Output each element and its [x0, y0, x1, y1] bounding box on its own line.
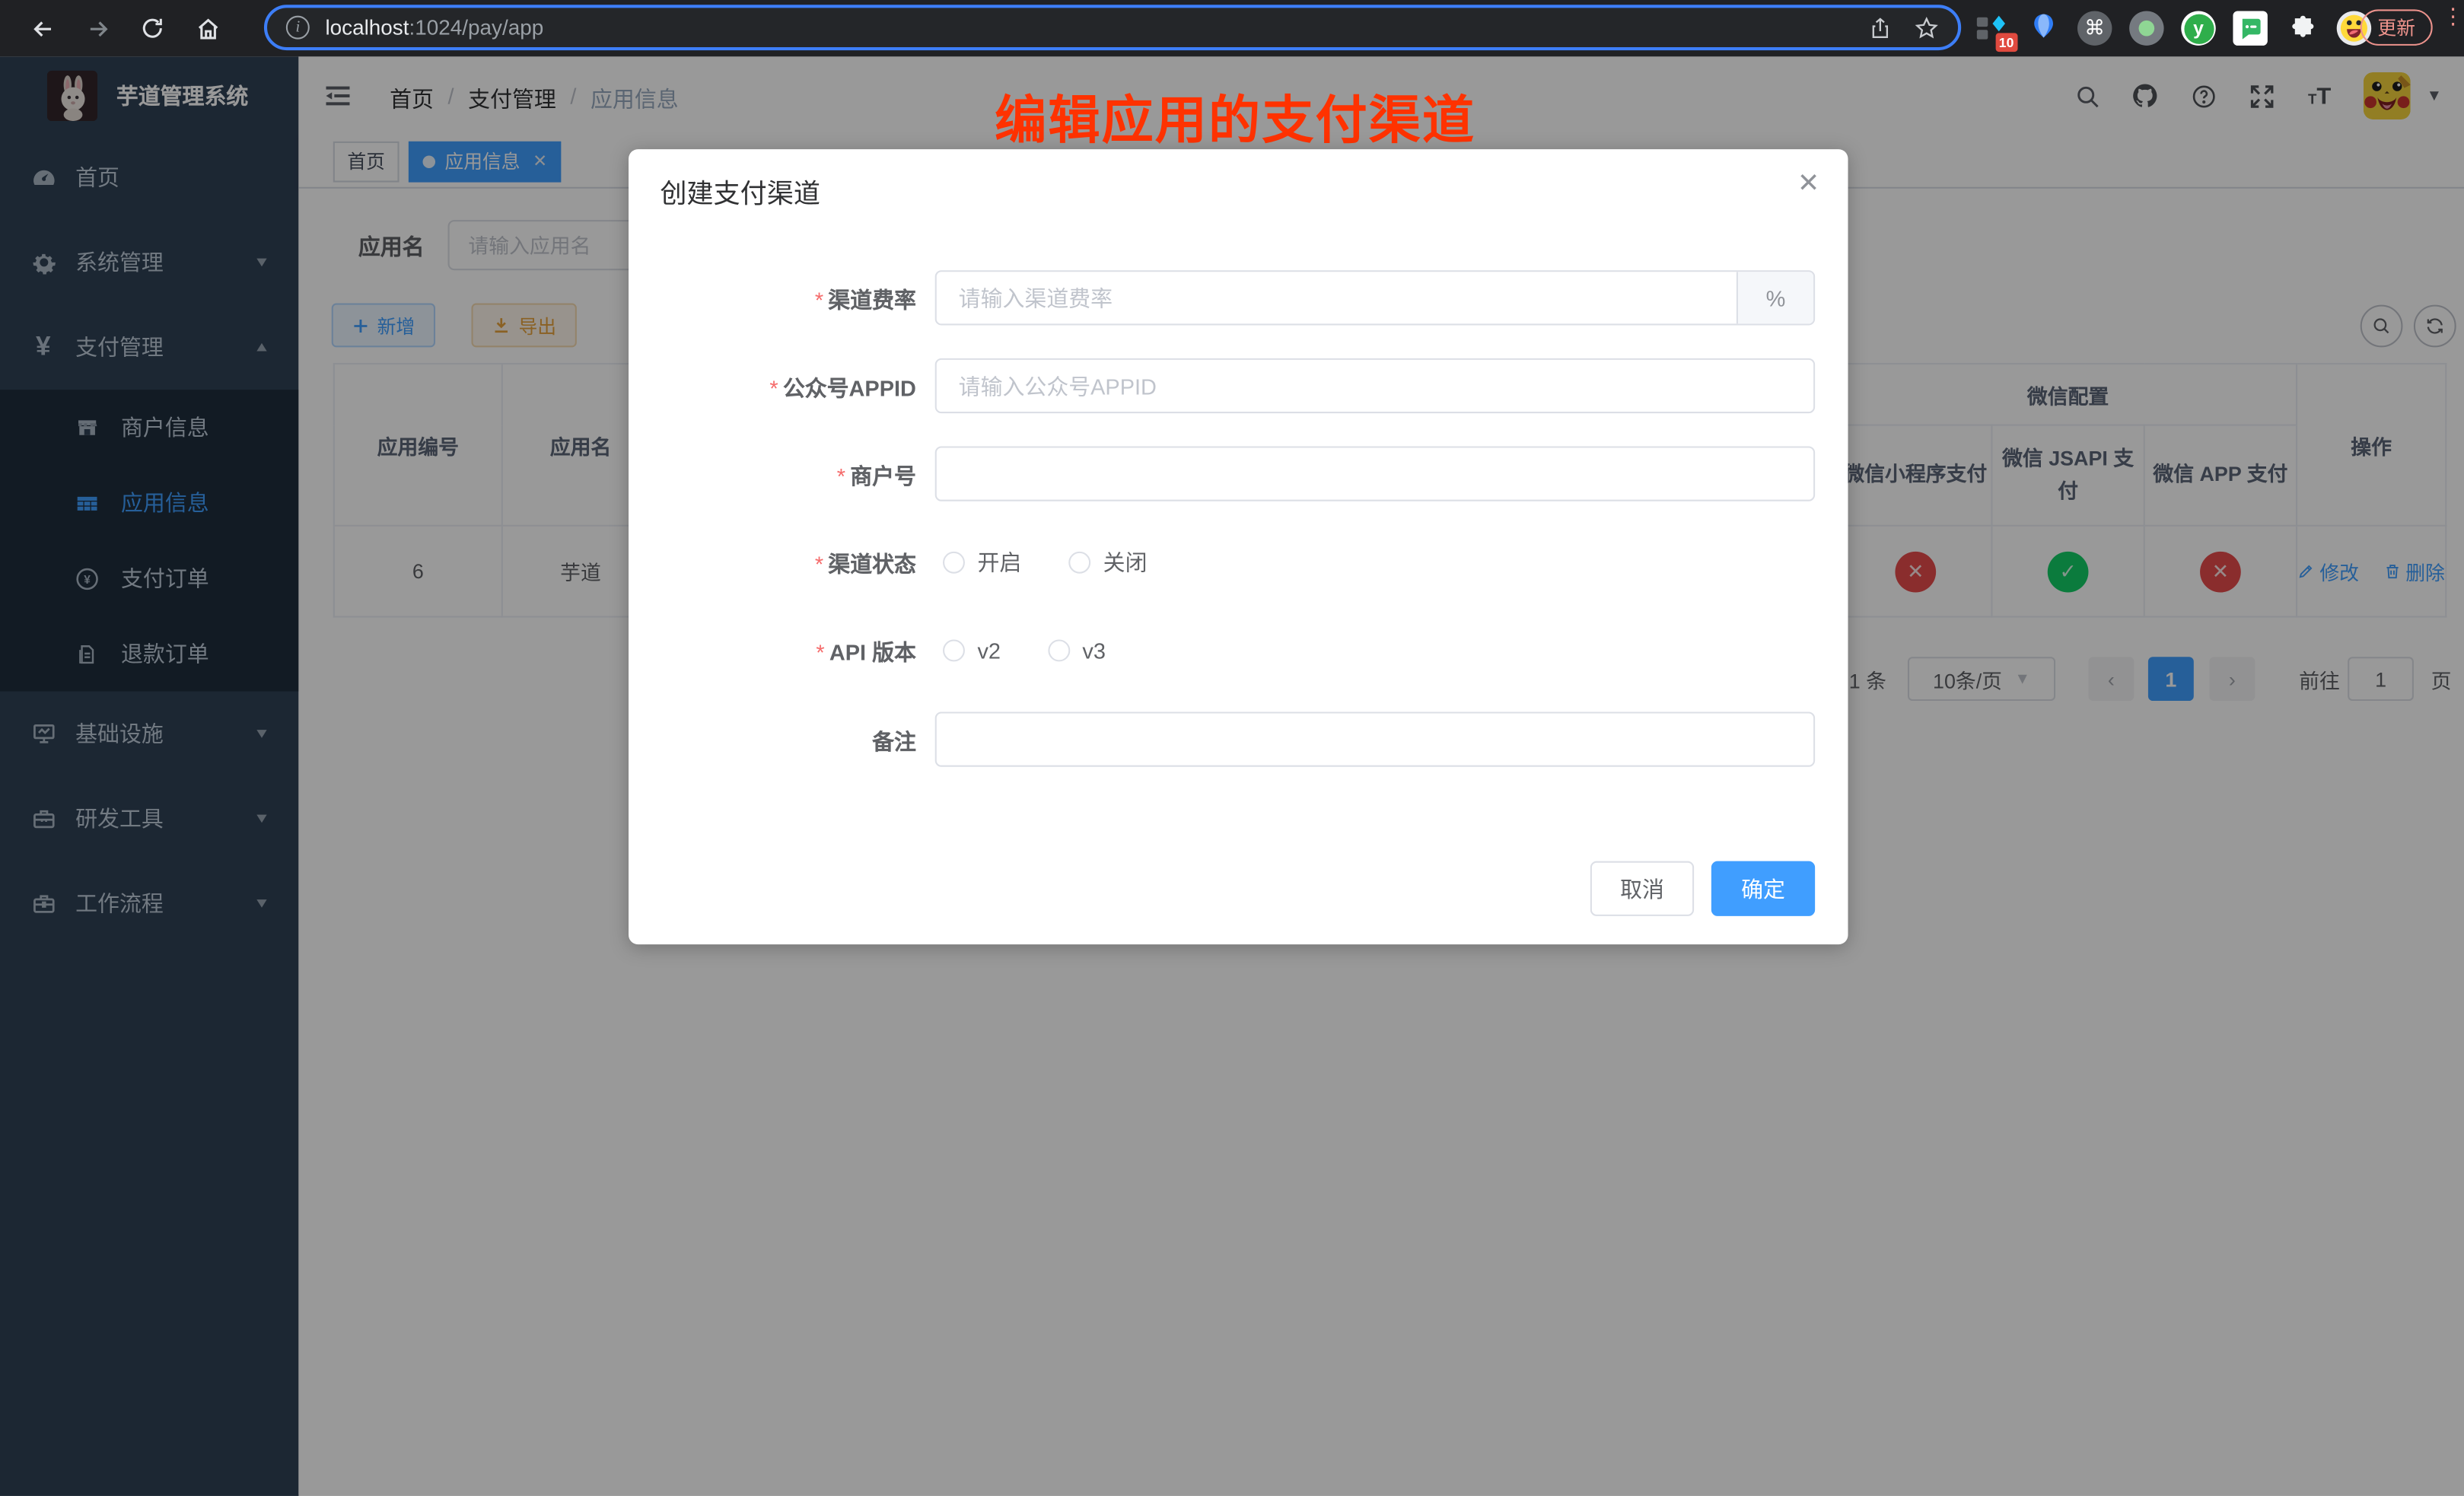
extensions-puzzle-icon[interactable] [2285, 11, 2319, 45]
merchant-input-group [935, 446, 1815, 501]
merchant-input[interactable] [937, 448, 1813, 500]
url-bar[interactable]: i localhost:1024/pay/app [264, 5, 1961, 50]
extension-badge: 10 [1995, 33, 2018, 52]
app-shell: 芋道管理系统 首页 系统管理 ▼ ¥ 支付管理 ▲ [0, 56, 2464, 1496]
field-label-merchant: *商户号 [629, 460, 916, 492]
extension-command-icon[interactable]: ⌘ [2077, 11, 2112, 45]
annotation-title: 编辑应用的支付渠道 [995, 78, 1476, 154]
browser-update-button[interactable]: 更新 [2361, 9, 2433, 45]
api-version-radio-group: v2 v3 [943, 635, 1106, 666]
browser-reload-icon[interactable] [137, 13, 168, 44]
field-label-status: *渠道状态 [629, 549, 916, 580]
radio-circle-icon [943, 639, 965, 661]
extension-balloon-icon[interactable] [2026, 11, 2060, 45]
status-radio-off[interactable]: 关闭 [1068, 547, 1147, 578]
extension-y-icon[interactable]: y [2181, 11, 2215, 45]
create-pay-channel-dialog: 创建支付渠道 ✕ *渠道费率 % *公众号APPID *商户号 *渠道状态 开启 [629, 149, 1848, 944]
status-radio-on[interactable]: 开启 [943, 547, 1021, 578]
api-radio-v2[interactable]: v2 [943, 638, 1001, 663]
appid-input-group [935, 358, 1815, 413]
share-icon[interactable] [1868, 15, 1892, 40]
rate-input[interactable] [937, 272, 1737, 323]
site-info-icon[interactable]: i [286, 16, 310, 40]
field-label-api-version: *API 版本 [629, 636, 916, 667]
status-radio-group: 开启 关闭 [943, 547, 1147, 578]
remark-input[interactable] [937, 714, 1813, 766]
radio-circle-icon [1048, 639, 1070, 661]
field-label-rate: *渠道费率 [629, 285, 916, 316]
dialog-close-icon[interactable]: ✕ [1797, 168, 1819, 199]
screen: i localhost:1024/pay/app 10 ⌘ [0, 0, 2464, 1496]
extension-green-dot-icon[interactable] [2129, 11, 2163, 45]
url-text[interactable]: localhost:1024/pay/app [325, 16, 543, 40]
confirm-button[interactable]: 确定 [1711, 861, 1815, 916]
browser-back-icon[interactable] [27, 13, 58, 44]
extension-chat-icon[interactable] [2233, 11, 2267, 45]
rate-input-group: % [935, 270, 1815, 325]
radio-circle-icon [943, 552, 965, 574]
field-label-remark: 备注 [629, 726, 916, 757]
cancel-button[interactable]: 取消 [1590, 861, 1694, 916]
bookmark-star-icon[interactable] [1914, 15, 1939, 40]
browser-chrome: i localhost:1024/pay/app 10 ⌘ [0, 0, 2464, 56]
field-label-appid: *公众号APPID [629, 372, 916, 403]
appid-input[interactable] [937, 360, 1813, 412]
browser-home-icon[interactable] [192, 13, 223, 44]
rate-suffix: % [1737, 272, 1813, 323]
dialog-title: 创建支付渠道 [660, 171, 820, 211]
extension-row: 10 ⌘ y [1974, 6, 2371, 50]
remark-input-group [935, 711, 1815, 766]
browser-forward-icon[interactable] [81, 13, 113, 44]
browser-menu-icon[interactable]: ⋮ [2442, 11, 2458, 21]
api-radio-v3[interactable]: v3 [1048, 638, 1106, 663]
radio-circle-icon [1068, 552, 1090, 574]
extension-vue-devtools-icon[interactable]: 10 [1974, 11, 2008, 45]
